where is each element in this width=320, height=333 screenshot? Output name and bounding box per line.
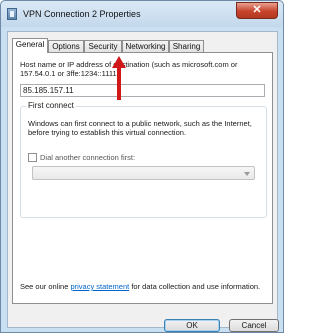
- privacy-statement-link[interactable]: privacy statement: [70, 282, 129, 291]
- arrow-up-annotation: [112, 56, 126, 100]
- annotation-arrow-shape: [112, 56, 126, 100]
- privacy-text: See our online privacy statement for dat…: [20, 282, 265, 291]
- tab-general[interactable]: General: [12, 38, 48, 53]
- general-tab-panel: Host name or IP address of destination (…: [12, 52, 273, 304]
- tab-networking[interactable]: Networking: [122, 40, 169, 52]
- window-title: VPN Connection 2 Properties: [23, 9, 141, 19]
- host-name-label: Host name or IP address of destination (…: [20, 60, 238, 78]
- first-connect-description: Windows can first connect to a public ne…: [28, 119, 252, 137]
- network-connection-icon: [7, 8, 17, 20]
- privacy-text-before: See our online: [20, 282, 71, 291]
- dial-first-checkbox[interactable]: [28, 153, 37, 162]
- privacy-text-after: for data collection and use information.: [129, 282, 261, 291]
- title-bar[interactable]: VPN Connection 2 Properties ✕: [1, 1, 283, 27]
- close-button[interactable]: ✕: [236, 2, 278, 19]
- tab-options[interactable]: Options: [48, 40, 84, 52]
- tab-security[interactable]: Security: [84, 40, 122, 52]
- dial-first-label[interactable]: Dial another connection first:: [40, 153, 135, 162]
- host-name-input[interactable]: 85.185.157.11: [20, 84, 265, 97]
- dialog-body: General Options Security Networking Shar…: [7, 31, 278, 328]
- dial-connection-dropdown[interactable]: [32, 166, 255, 180]
- cancel-button[interactable]: Cancel: [229, 319, 279, 332]
- chevron-down-icon: [244, 172, 250, 176]
- first-connect-title: First connect: [26, 101, 76, 110]
- tab-sharing[interactable]: Sharing: [169, 40, 204, 52]
- ok-button[interactable]: OK: [164, 319, 220, 332]
- properties-window: VPN Connection 2 Properties ✕ General Op…: [0, 0, 284, 333]
- first-connect-group: First connect Windows can first connect …: [20, 101, 267, 218]
